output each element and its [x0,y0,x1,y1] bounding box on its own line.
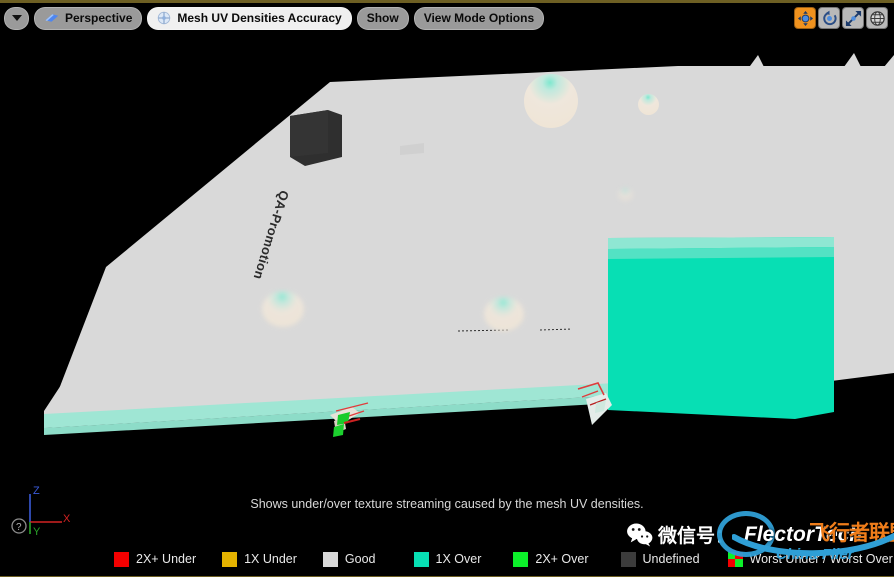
scale-arrow-icon [845,10,861,26]
legend-swatch-good [322,551,338,567]
teal-wall-highlight [608,247,834,259]
transform-gizmo-group [794,7,888,29]
axis-orientation-gizmo: Z X Y ? [8,482,72,538]
editor-viewport-window: Perspective Mesh UV Densities Accuracy S… [0,0,894,577]
legend-item-good[interactable]: Good [322,551,376,567]
legend-swatch-undefined [620,551,636,567]
rotate-gizmo-button[interactable] [818,7,840,29]
view-mode-label: Mesh UV Densities Accuracy [177,11,342,25]
sphere-prop-floor-left [262,291,304,327]
legend-item-2x-under[interactable]: 2X+ Under [114,551,197,567]
legend-swatch-2x-under [114,551,129,567]
view-mode-options-button[interactable]: View Mode Options [413,6,545,30]
legend-label-good: Good [344,552,376,566]
axis-x-label: X [63,513,71,525]
legend-label-2x-under: 2X+ Under [136,552,197,566]
legend-label-1x-over: 1X Over [435,552,482,566]
scale-gizmo-button[interactable] [842,7,864,29]
translate-gizmo-button[interactable] [794,7,816,29]
camera-perspective-icon [45,14,59,22]
legend-item-1x-over[interactable]: 1X Over [413,551,482,567]
axis-y-label: Y [33,526,41,538]
teal-wall-panel [608,237,834,419]
legend-label-2x-over: 2X+ Over [535,552,589,566]
view-mode-description: Shows under/over texture streaming cause… [250,497,644,511]
camera-type-label: Perspective [65,11,133,25]
uv-density-legend: 2X+ Under 1X Under Good 1X Over 2X+ Over… [0,542,894,576]
show-menu-button[interactable]: Show [356,6,409,30]
axis-z-label: Z [33,485,40,497]
show-menu-label: Show [366,11,399,25]
scene-geometry [44,53,894,437]
legend-label-undefined: Undefined [642,552,700,566]
legend-item-worst[interactable]: Worst Under / Worst Over [727,551,893,567]
viewmode-target-icon [158,11,171,25]
teal-wall-top-edge [608,237,834,249]
legend-item-1x-under[interactable]: 1X Under [222,551,297,567]
sphere-prop-tiny [618,188,633,201]
legend-swatch-1x-over [413,551,429,567]
legend-swatch-2x-over [513,551,529,567]
globe-icon [869,10,885,26]
legend-item-2x-over[interactable]: 2X+ Over [513,551,589,567]
legend-label-1x-under: 1X Under [244,552,297,566]
view-mode-options-label: View Mode Options [423,11,535,25]
legend-item-undefined[interactable]: Undefined [620,551,700,567]
sphere-prop-floor-mid [484,297,524,331]
rotate-arrow-icon [822,10,837,25]
legend-swatch-1x-under [222,551,238,567]
chevron-down-icon [11,15,22,21]
sphere-prop-large [524,74,578,128]
legend-label-worst: Worst Under / Worst Over [749,552,893,566]
legend-swatch-worst [727,551,743,567]
move-arrows-icon [797,10,813,26]
world-space-gizmo-button[interactable] [866,7,888,29]
small-box-3 [466,115,514,153]
viewport-options-dropdown-button[interactable] [4,6,29,30]
dark-block-prop-face [290,110,328,157]
camera-type-button[interactable]: Perspective [34,6,143,30]
view-mode-button[interactable]: Mesh UV Densities Accuracy [147,6,352,30]
help-label: ? [16,522,22,533]
sphere-prop-small [638,94,659,115]
viewport-toolbar: Perspective Mesh UV Densities Accuracy S… [0,3,894,33]
viewport-3d-scene[interactable]: QA-Promotion Shows under/over texture st… [0,33,894,542]
